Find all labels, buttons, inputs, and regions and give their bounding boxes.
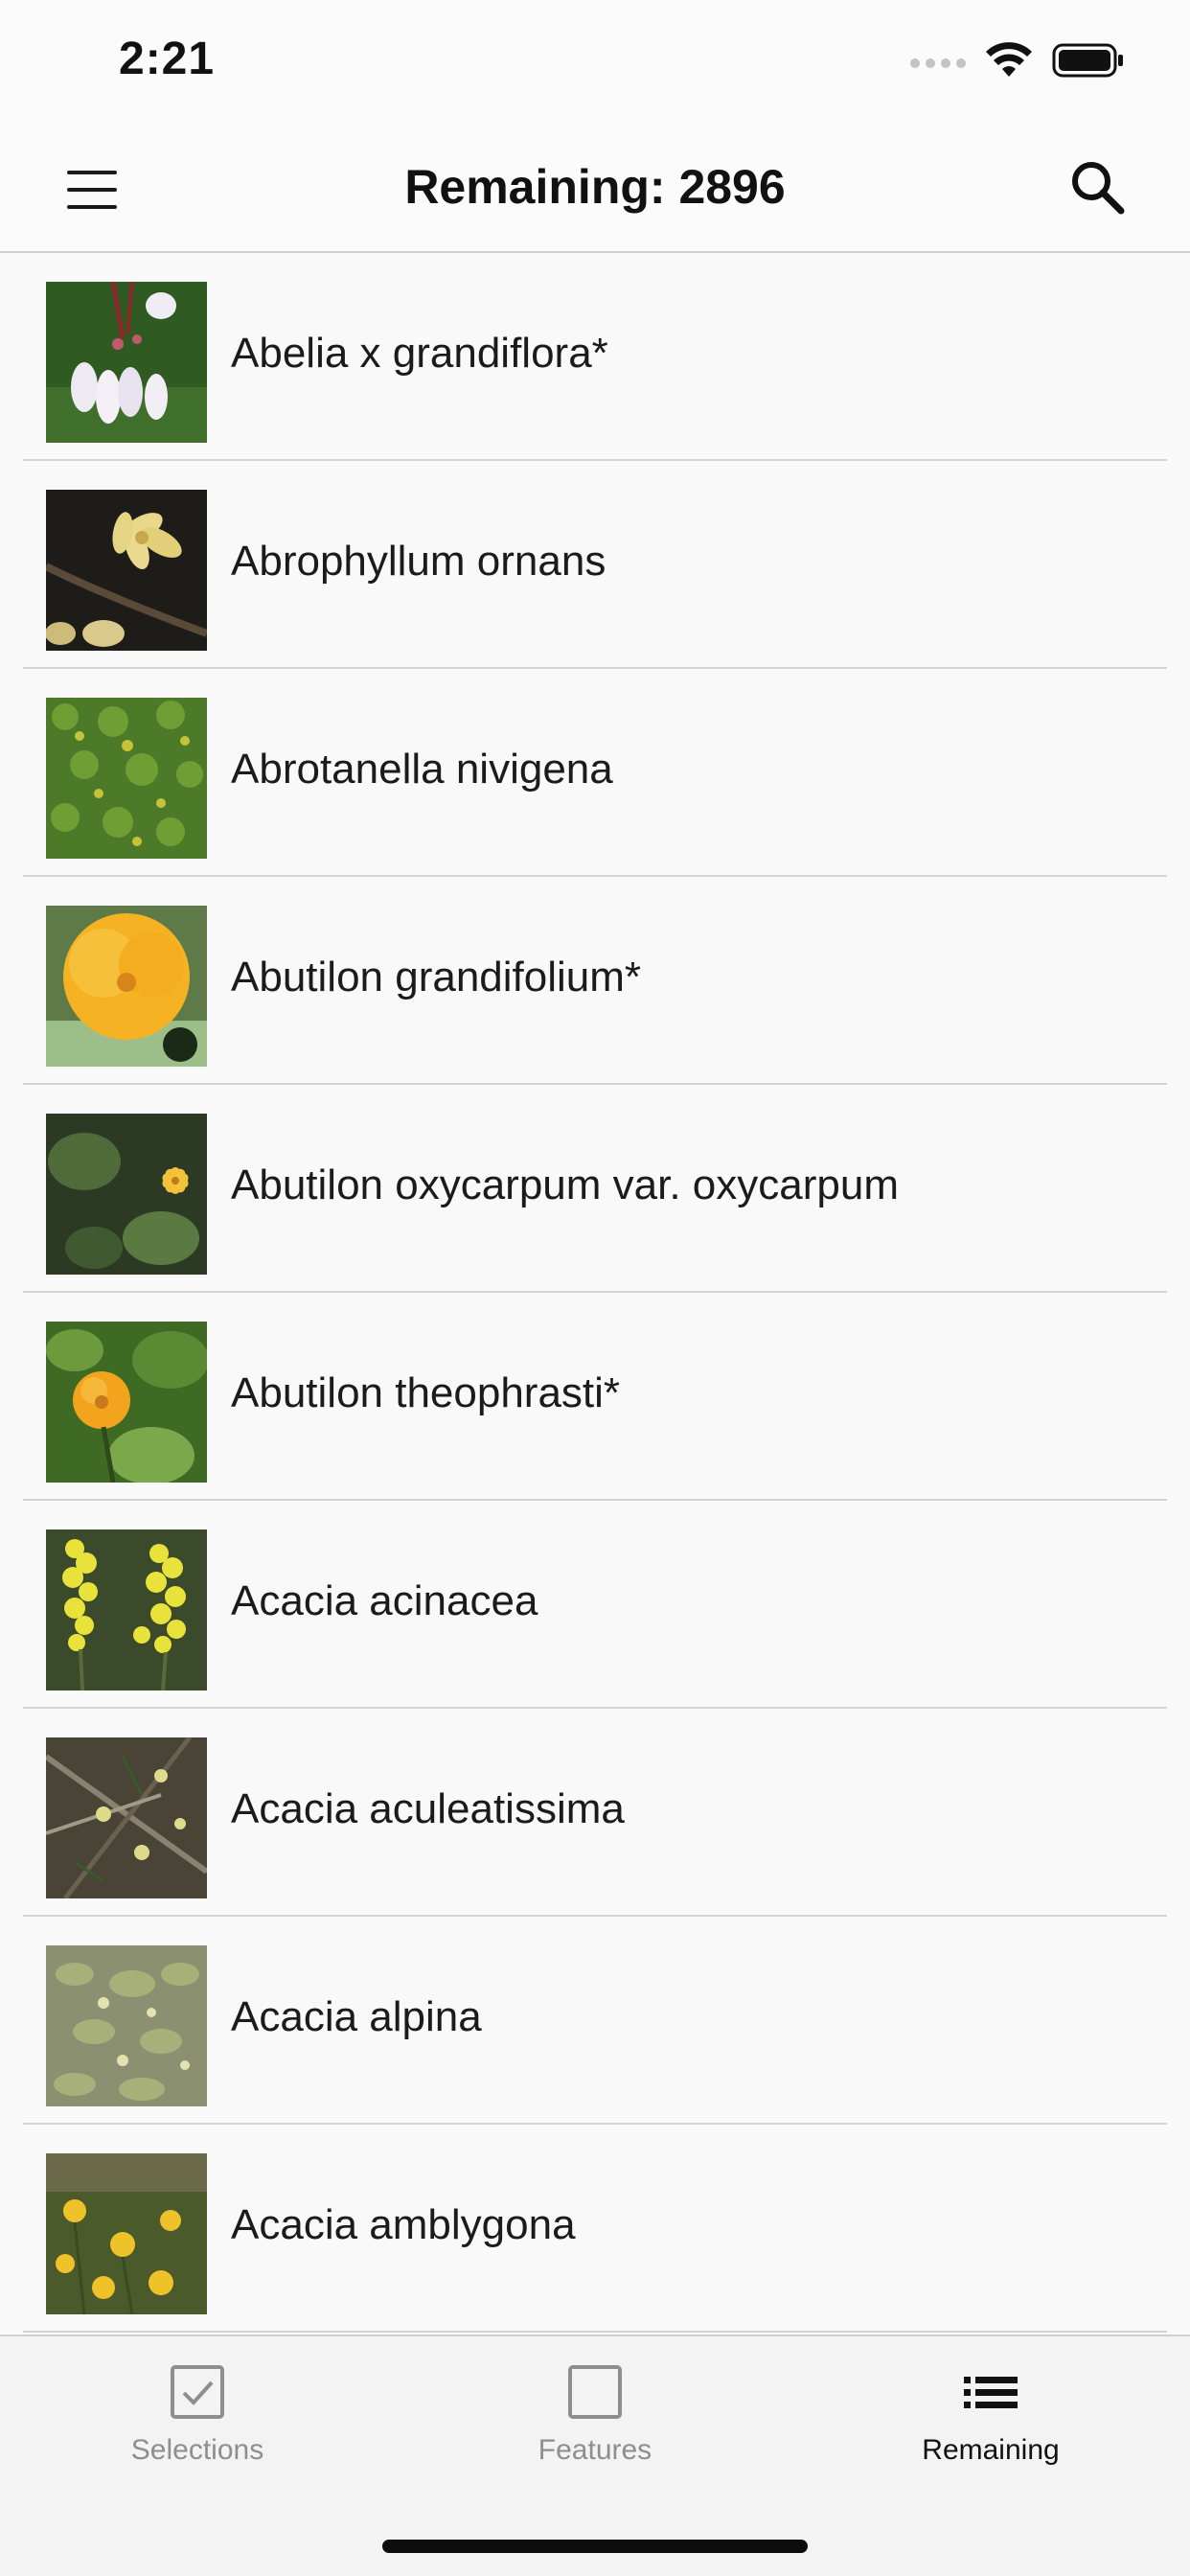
- list-item[interactable]: Abutilon grandifolium*: [0, 877, 1190, 1085]
- tab-remaining[interactable]: Remaining: [847, 2363, 1134, 2507]
- tab-features[interactable]: Features: [451, 2363, 739, 2507]
- species-name: Abutilon grandifolium*: [231, 954, 642, 1000]
- navigation-bar: Remaining: 2896: [0, 126, 1190, 253]
- cellular-signal-icon: [910, 58, 966, 68]
- checkbox-empty-icon: [566, 2363, 624, 2421]
- species-thumbnail: [46, 1530, 207, 1690]
- tab-label: Features: [538, 2434, 652, 2466]
- list-item[interactable]: Acacia alpina: [0, 1917, 1190, 2125]
- tab-bar: Selections Features Remaining: [0, 2334, 1190, 2576]
- species-name: Abutilon oxycarpum var. oxycarpum: [231, 1162, 899, 1208]
- list-icon: [962, 2363, 1019, 2421]
- species-name: Abrotanella nivigena: [231, 746, 613, 793]
- status-bar: 2:21: [0, 0, 1190, 126]
- species-thumbnail: [46, 1945, 207, 2106]
- list-item[interactable]: Abutilon oxycarpum var. oxycarpum: [0, 1085, 1190, 1293]
- page-title: Remaining: 2896: [404, 160, 786, 214]
- species-name: Acacia alpina: [231, 1993, 482, 2040]
- battery-icon: [1052, 42, 1125, 83]
- list-item[interactable]: Abrotanella nivigena: [0, 669, 1190, 877]
- species-thumbnail: [46, 490, 207, 651]
- species-thumbnail: [46, 1114, 207, 1275]
- species-name: Abrophyllum ornans: [231, 538, 606, 585]
- species-thumbnail: [46, 906, 207, 1067]
- checkbox-checked-icon: [169, 2363, 226, 2421]
- species-thumbnail: [46, 1322, 207, 1483]
- species-name: Abutilon theophrasti*: [231, 1369, 621, 1416]
- list-item[interactable]: Acacia amblygona: [0, 2125, 1190, 2333]
- status-time: 2:21: [119, 34, 216, 84]
- list-item[interactable]: Abrophyllum ornans: [0, 461, 1190, 669]
- species-thumbnail: [46, 1737, 207, 1898]
- species-thumbnail: [46, 2153, 207, 2314]
- tab-label: Remaining: [922, 2434, 1060, 2466]
- species-name: Acacia aculeatissima: [231, 1785, 625, 1832]
- status-icons: [910, 42, 1125, 83]
- search-icon[interactable]: [1067, 157, 1129, 218]
- species-list: Abelia x grandiflora* Abrophyllum ornans: [0, 253, 1190, 2333]
- species-name: Acacia amblygona: [231, 2201, 576, 2248]
- list-item[interactable]: Acacia acinacea: [0, 1501, 1190, 1709]
- species-thumbnail: [46, 282, 207, 443]
- list-item[interactable]: Abutilon theophrasti*: [0, 1293, 1190, 1501]
- list-item[interactable]: Abelia x grandiflora*: [0, 253, 1190, 461]
- wifi-icon: [985, 42, 1033, 83]
- species-name: Acacia acinacea: [231, 1577, 538, 1624]
- list-item[interactable]: Acacia aculeatissima: [0, 1709, 1190, 1917]
- species-thumbnail: [46, 698, 207, 859]
- tab-selections[interactable]: Selections: [54, 2363, 341, 2507]
- tab-label: Selections: [130, 2434, 264, 2466]
- species-name: Abelia x grandiflora*: [231, 330, 608, 377]
- home-indicator[interactable]: [382, 2540, 808, 2553]
